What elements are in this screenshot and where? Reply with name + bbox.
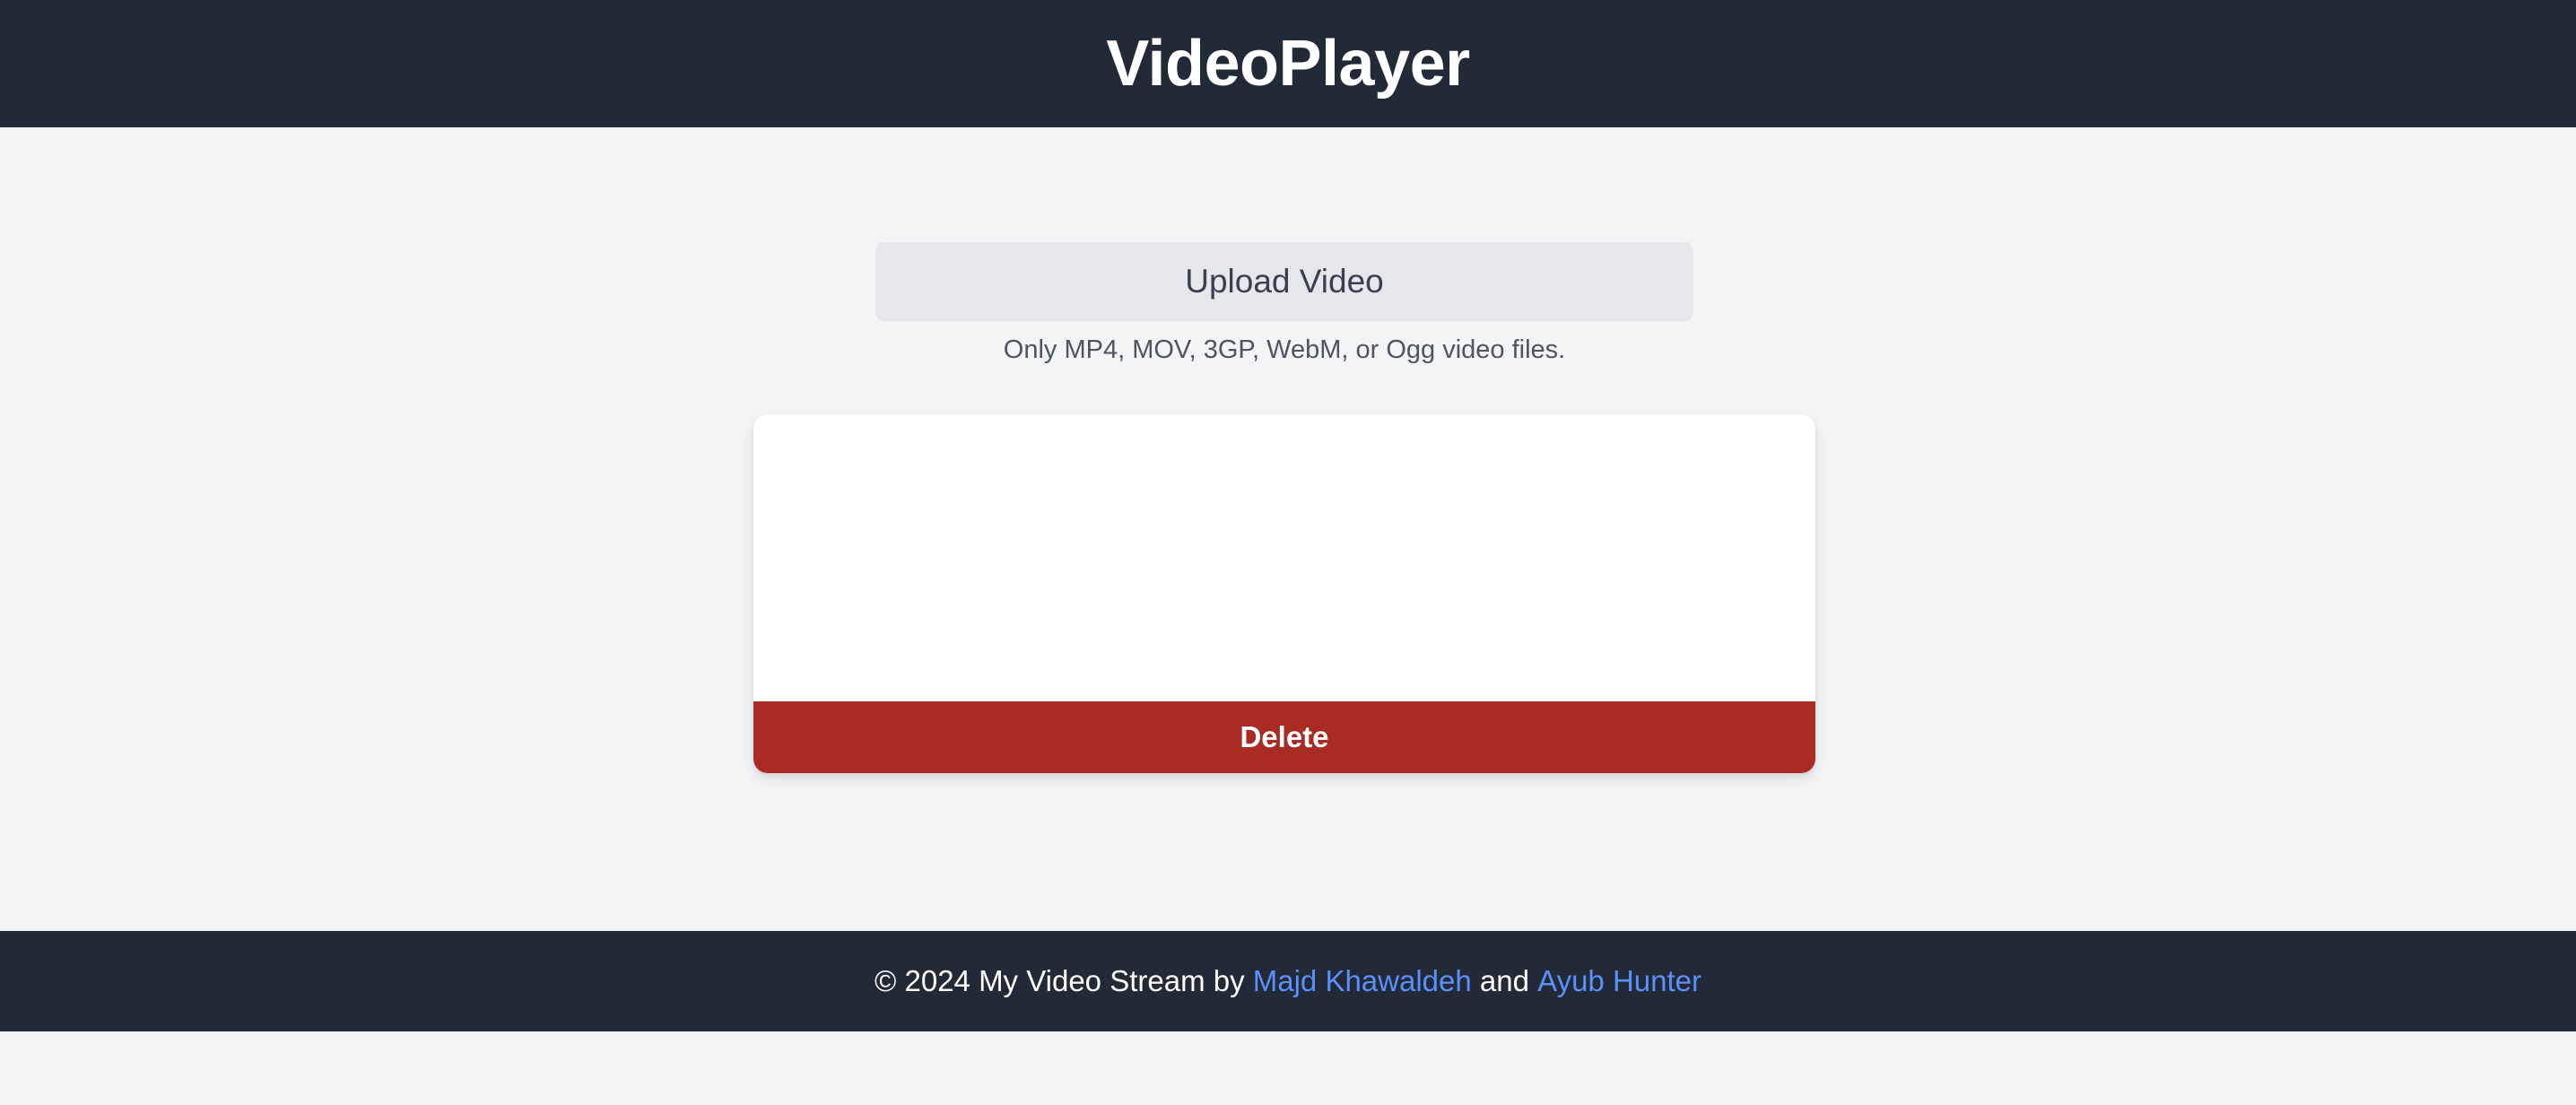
- footer-link-majd-khawaldeh[interactable]: Majd Khawaldeh: [1253, 964, 1472, 998]
- delete-video-button[interactable]: Delete: [753, 701, 1815, 773]
- video-card: Delete: [753, 414, 1815, 773]
- video-player-area[interactable]: [753, 414, 1815, 701]
- page: VideoPlayer Upload Video Only MP4, MOV, …: [0, 0, 2576, 1105]
- app-header: VideoPlayer: [0, 0, 2576, 127]
- upload-hint-text: Only MP4, MOV, 3GP, WebM, or Ogg video f…: [1003, 335, 1566, 364]
- footer-copyright-text: © 2024 My Video Stream by: [875, 964, 1253, 997]
- footer-link-ayub-hunter[interactable]: Ayub Hunter: [1537, 964, 1701, 998]
- upload-video-button[interactable]: Upload Video: [875, 242, 1693, 321]
- page-footer: © 2024 My Video Stream by Majd Khawaldeh…: [0, 931, 2576, 1031]
- footer-conjunction: and: [1471, 964, 1538, 997]
- app-title: VideoPlayer: [1106, 28, 1470, 100]
